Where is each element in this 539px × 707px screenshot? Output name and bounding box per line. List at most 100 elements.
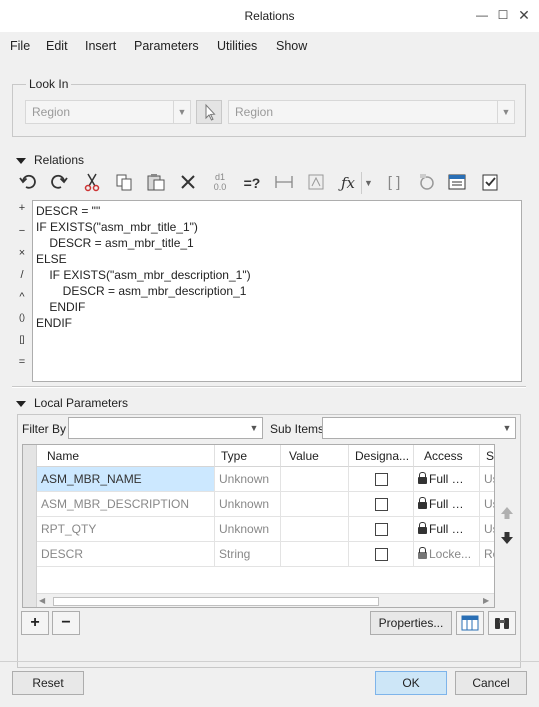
table-columns-button[interactable] [456,611,484,635]
look-in-type-value: Region [32,105,71,119]
designate-checkbox[interactable] [349,492,414,517]
look-in-item-value: Region [235,105,274,119]
section-divider[interactable] [12,386,526,388]
cell-name[interactable]: ASM_MBR_NAME [37,467,215,492]
menu-file[interactable]: File [10,39,30,53]
minimize-icon[interactable]: — [474,6,490,24]
plus-icon: + [30,614,40,631]
cell-value[interactable] [281,467,349,492]
cell-value[interactable] [281,492,349,517]
cell-type[interactable]: Unknown [215,517,281,542]
menu-utilities[interactable]: Utilities [217,39,257,53]
cell-access[interactable]: Full … [414,467,480,492]
sort-relations-icon[interactable] [446,172,468,194]
verify-icon[interactable] [415,172,437,194]
scrollbar-thumb[interactable] [53,597,379,606]
cell-type[interactable]: Unknown [215,492,281,517]
column-header-designate[interactable]: Designa... [349,445,414,467]
cell-name[interactable]: ASM_MBR_DESCRIPTION [37,492,215,517]
column-header-value[interactable]: Value [281,445,349,467]
footer-divider [0,661,539,662]
execute-verify-icon[interactable] [479,172,501,194]
delete-icon[interactable] [177,172,199,194]
model-info-icon[interactable] [305,172,327,194]
copy-icon[interactable] [113,172,135,194]
cell-source[interactable]: Us [480,517,494,542]
look-in-label: Look In [26,77,72,91]
function-icon[interactable]: ƒx [337,172,359,194]
look-in-item-select[interactable]: Region ▼ [228,100,515,124]
cell-source[interactable]: Us [480,467,494,492]
minus-icon: − [61,614,71,631]
code-line: ELSE [36,252,67,266]
designate-checkbox[interactable] [349,517,414,542]
cell-value[interactable] [281,542,349,567]
minus-operator-button[interactable]: − [15,225,29,237]
equals-operator-button[interactable]: = [15,356,29,368]
sub-items-label: Sub Items [270,422,325,436]
ok-button[interactable]: OK [375,671,447,695]
chevron-down-icon[interactable]: ▼ [361,172,375,194]
paste-icon[interactable] [145,172,167,194]
menu-show[interactable]: Show [276,39,307,53]
cell-source[interactable]: Re [480,542,494,567]
code-line: ENDIF [36,300,86,314]
cell-name[interactable]: DESCR [37,542,215,567]
cell-access[interactable]: Locke... [414,542,480,567]
power-operator-button[interactable]: ^ [15,291,29,303]
code-line: ENDIF [36,316,72,330]
column-header-source[interactable]: S [480,445,494,467]
cell-type[interactable]: String [215,542,281,567]
move-down-icon[interactable] [499,530,515,546]
code-line: IF EXISTS("asm_mbr_title_1") [36,220,198,234]
designate-checkbox[interactable] [349,542,414,567]
relations-section-header[interactable]: Relations [16,153,84,167]
cell-value[interactable] [281,517,349,542]
units-icon[interactable]: d1 0.0 [209,172,231,194]
move-up-icon[interactable] [499,505,515,521]
cell-type[interactable]: Unknown [215,467,281,492]
parentheses-operator-button[interactable]: () [15,312,29,322]
select-item-button[interactable] [196,100,222,124]
filter-by-select[interactable]: ▼ [68,417,263,439]
column-header-name[interactable]: Name [37,445,215,467]
code-line: DESCR = "" [36,204,101,218]
redo-icon[interactable] [48,172,70,194]
local-parameters-section-header[interactable]: Local Parameters [16,396,128,410]
menu-insert[interactable]: Insert [85,39,116,53]
find-button[interactable] [488,611,516,635]
look-in-type-select[interactable]: Region ▼ [25,100,191,124]
close-icon[interactable]: ✕ [516,6,532,24]
cell-source[interactable]: Us [480,492,494,517]
menu-edit[interactable]: Edit [46,39,68,53]
brackets-icon[interactable]: [ ] [383,172,405,194]
designate-checkbox[interactable] [349,467,414,492]
brackets-operator-button[interactable]: [] [15,334,29,344]
cancel-button[interactable]: Cancel [455,671,527,695]
cell-access[interactable]: Full … [414,517,480,542]
properties-button[interactable]: Properties... [370,611,452,635]
undo-icon[interactable] [17,172,39,194]
cell-access[interactable]: Full … [414,492,480,517]
evaluate-icon[interactable]: =? [241,172,263,194]
reset-button[interactable]: Reset [12,671,84,695]
measure-icon[interactable] [273,172,295,194]
maximize-icon[interactable]: ☐ [495,6,511,24]
column-header-access[interactable]: Access [414,445,480,467]
chevron-down-icon: ▼ [249,423,259,433]
menu-parameters[interactable]: Parameters [134,39,199,53]
scroll-left-icon[interactable]: ◀ [39,596,45,605]
scroll-right-icon[interactable]: ▶ [483,596,489,605]
remove-parameter-button[interactable]: − [52,611,80,635]
filter-by-label: Filter By [22,422,67,436]
parameters-table[interactable]: Name Type Value Designa... Access S ASM_… [22,444,495,608]
add-parameter-button[interactable]: + [21,611,49,635]
cut-icon[interactable] [81,172,103,194]
sub-items-select[interactable]: ▼ [322,417,516,439]
cell-name[interactable]: RPT_QTY [37,517,215,542]
column-header-type[interactable]: Type [215,445,281,467]
plus-operator-button[interactable]: + [15,202,29,214]
multiply-operator-button[interactable]: × [15,247,29,259]
divide-operator-button[interactable]: / [15,269,29,281]
horizontal-scrollbar[interactable]: ◀ ▶ [37,593,494,607]
